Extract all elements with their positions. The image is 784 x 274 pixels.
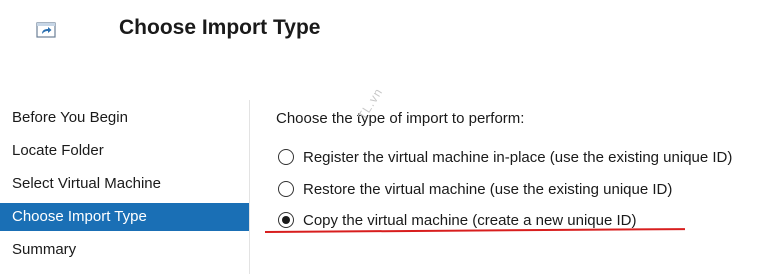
sidebar-item-locate-folder[interactable]: Locate Folder <box>0 137 249 165</box>
wizard-header: Choose Import Type <box>0 0 784 100</box>
import-wizard: Choose Import Type Before You Begin Loca… <box>0 0 784 274</box>
import-type-prompt: Choose the type of import to perform: <box>276 110 525 127</box>
option-register-in-place[interactable]: Register the virtual machine in-place (u… <box>278 146 732 168</box>
sidebar-item-choose-import-type[interactable]: Choose Import Type <box>0 203 249 231</box>
wizard-steps-sidebar: Before You Begin Locate Folder Select Vi… <box>0 100 250 274</box>
option-restore[interactable]: Restore the virtual machine (use the exi… <box>278 178 672 200</box>
restore-option-label[interactable]: Restore the virtual machine (use the exi… <box>303 181 672 198</box>
restore-radio[interactable] <box>278 181 294 197</box>
import-arrow-icon <box>36 22 56 38</box>
page-title: Choose Import Type <box>119 16 321 39</box>
sidebar-item-select-virtual-machine[interactable]: Select Virtual Machine <box>0 170 249 198</box>
sidebar-item-summary[interactable]: Summary <box>0 236 249 264</box>
sidebar-item-before-you-begin[interactable]: Before You Begin <box>0 104 249 132</box>
option-copy[interactable]: Copy the virtual machine (create a new u… <box>278 209 637 231</box>
register-radio[interactable] <box>278 149 294 165</box>
register-option-label[interactable]: Register the virtual machine in-place (u… <box>303 149 732 166</box>
copy-radio[interactable] <box>278 212 294 228</box>
import-type-panel: Choose the type of import to perform: Re… <box>251 100 784 274</box>
copy-option-label[interactable]: Copy the virtual machine (create a new u… <box>303 212 637 229</box>
